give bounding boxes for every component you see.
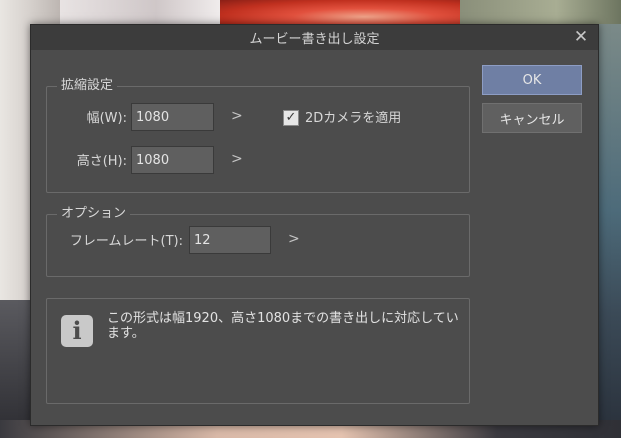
height-field[interactable] (131, 146, 214, 174)
apply-2d-camera-label: 2Dカメラを適用 (305, 111, 402, 126)
options-group: オプション フレームレート(T): > (46, 205, 470, 277)
close-icon[interactable]: ✕ (572, 28, 590, 46)
chevron-right-icon[interactable]: > (288, 231, 300, 247)
cancel-button[interactable]: キャンセル (482, 103, 582, 133)
dialog-title: ムービー書き出し設定 (249, 32, 380, 47)
chevron-right-icon[interactable]: > (231, 108, 243, 124)
height-label: 高さ(H): (76, 154, 127, 169)
options-legend: オプション (57, 205, 131, 223)
scale-settings-legend: 拡縮設定 (57, 77, 118, 95)
dialog-titlebar[interactable]: ムービー書き出し設定 ✕ (31, 25, 598, 50)
background-top-left (60, 0, 220, 24)
info-box: i この形式は幅1920、高さ1080までの書き出しに対応しています。 (46, 298, 470, 404)
framerate-field[interactable] (189, 226, 271, 254)
width-field[interactable] (131, 103, 214, 131)
chevron-right-icon[interactable]: > (231, 151, 243, 167)
background-top-right (460, 0, 621, 24)
width-label: 幅(W): (86, 111, 127, 126)
checkmark-icon: ✓ (285, 110, 297, 125)
scale-settings-group: 拡縮設定 幅(W): > ✓ 2Dカメラを適用 高さ(H): > (46, 77, 470, 193)
info-message: この形式は幅1920、高さ1080までの書き出しに対応しています。 (107, 311, 459, 341)
background-top-center (220, 0, 460, 24)
framerate-label: フレームレート(T): (69, 234, 183, 249)
apply-2d-camera-checkbox[interactable]: ✓ (283, 110, 299, 126)
info-icon: i (61, 315, 93, 347)
ok-button[interactable]: OK (482, 65, 582, 95)
movie-export-dialog: ムービー書き出し設定 ✕ 拡縮設定 幅(W): > ✓ 2Dカメラを適用 高さ(… (30, 24, 599, 426)
